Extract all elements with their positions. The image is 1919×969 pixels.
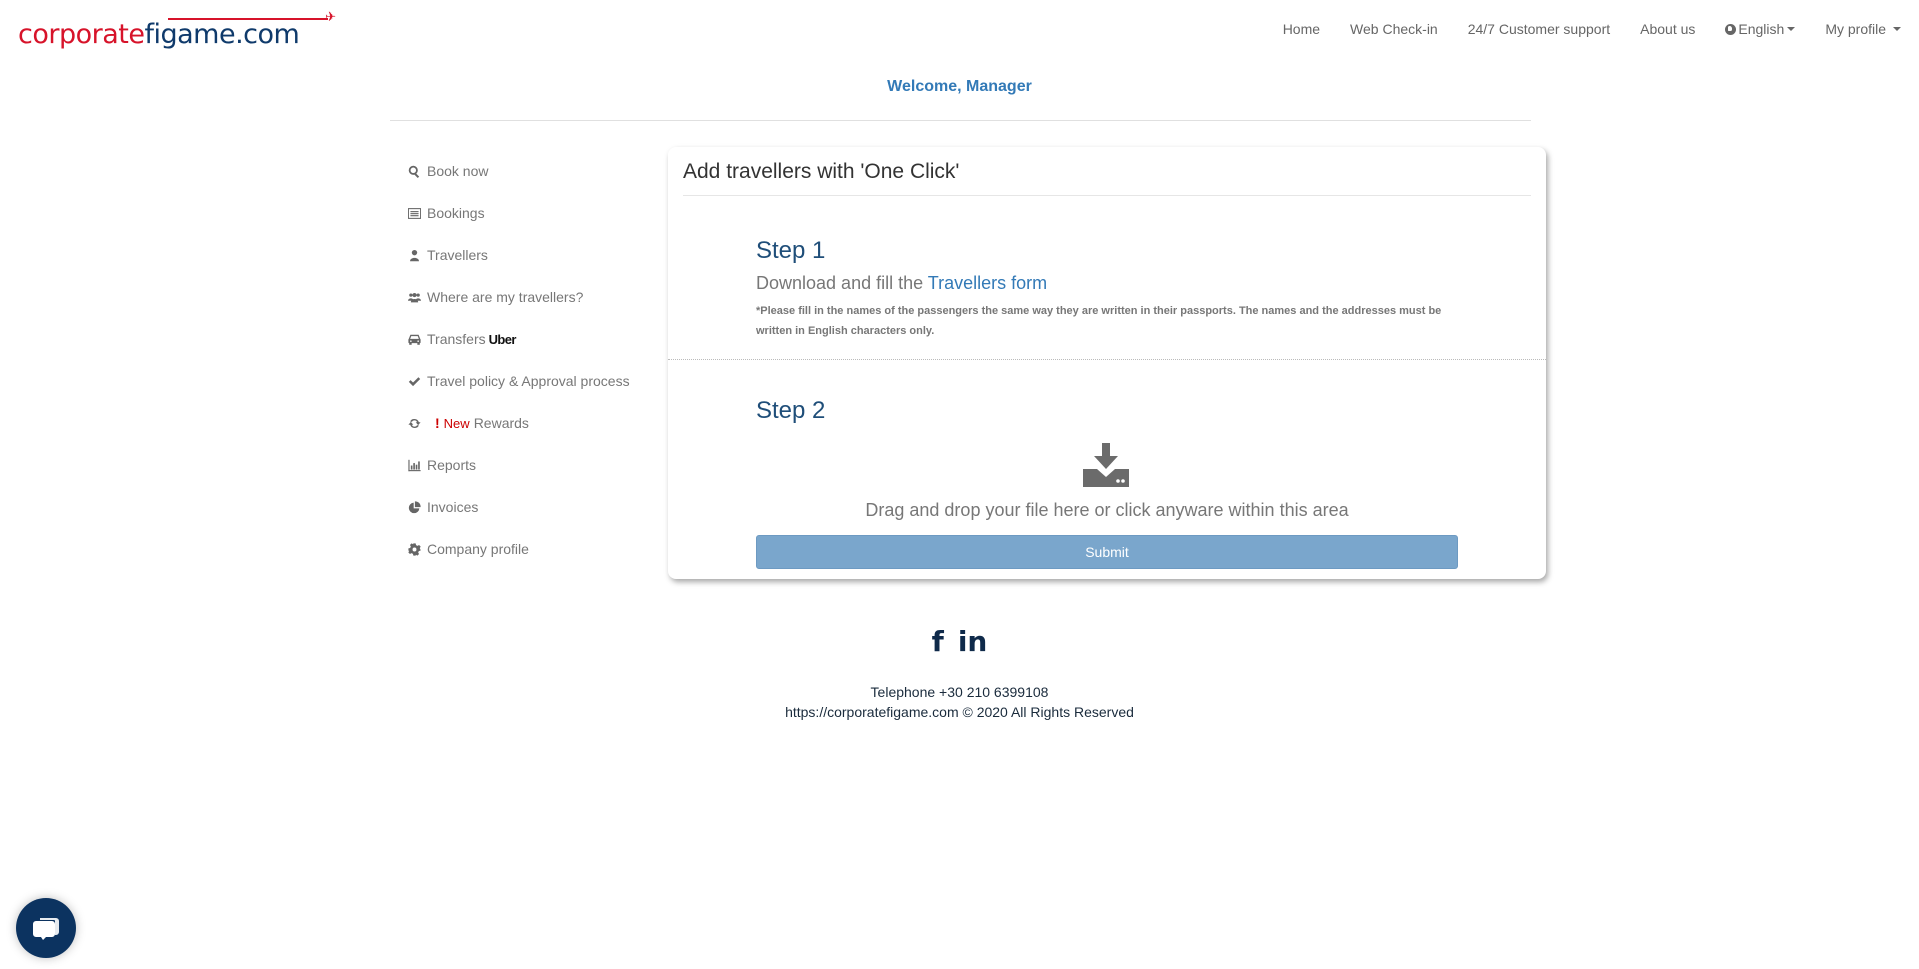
my-profile-label: My profile: [1825, 21, 1886, 37]
sidebar-item-label: Travellers: [427, 247, 488, 263]
footer-telephone: Telephone +30 210 6399108: [870, 684, 1049, 700]
pie-chart-icon: [407, 500, 421, 514]
sidebar-menu: Book now Bookings Travellers Where are m…: [407, 150, 657, 570]
add-travellers-card: Add travellers with 'One Click' Step 1 D…: [668, 147, 1546, 579]
nav-web-check-in-label: Web Check-in: [1350, 21, 1438, 37]
refresh-icon: [407, 416, 421, 430]
card-title: Add travellers with 'One Click': [683, 160, 960, 183]
sidebar-item-travel-policy[interactable]: Travel policy & Approval process: [407, 360, 657, 402]
brand-logo[interactable]: corporate figame.com ✈: [18, 10, 336, 50]
airplane-icon: ✈: [168, 10, 336, 23]
welcome-message: Welcome, Manager: [887, 78, 1032, 95]
bar-chart-icon: [407, 458, 421, 472]
sidebar-item-label: Travel policy & Approval process: [427, 373, 630, 389]
sidebar-item-label: Bookings: [427, 205, 485, 221]
users-icon: [407, 290, 421, 304]
sidebar-item-bookings[interactable]: Bookings: [407, 192, 657, 234]
check-icon: [407, 374, 421, 388]
my-profile-dropdown[interactable]: My profile: [1825, 21, 1901, 37]
logo-text-figame: figame.com: [144, 19, 300, 50]
step-1-text: Download and fill the: [756, 273, 928, 293]
step-1-title: Step 1: [756, 237, 826, 264]
language-label: English: [1738, 21, 1785, 37]
chat-widget-button[interactable]: [16, 898, 76, 958]
social-links: f in: [0, 625, 1919, 658]
facebook-icon[interactable]: f: [932, 625, 944, 658]
sidebar-item-label: Reports: [427, 457, 477, 473]
step-1-section: Step 1 Download and fill the Travellers …: [756, 237, 1456, 341]
divider: [390, 120, 1531, 121]
sidebar-item-travellers[interactable]: Travellers: [407, 234, 657, 276]
nav-customer-support[interactable]: 24/7 Customer support: [1468, 21, 1610, 37]
caret-down-icon: [1893, 27, 1901, 31]
sidebar-item-label: Book now: [427, 163, 489, 179]
top-navbar: corporate figame.com ✈ Home Web Check-in …: [0, 0, 1919, 60]
nav-customer-support-label: 24/7 Customer support: [1467, 21, 1611, 37]
sidebar-item-where-are-my-travellers[interactable]: Where are my travellers?: [407, 276, 657, 318]
footer-copyright: https://corporatefigame.com © 2020 All R…: [785, 704, 1134, 720]
sidebar-item-label: Invoices: [427, 499, 479, 515]
nav-home[interactable]: Home: [1283, 21, 1320, 37]
step-1-instruction: Download and fill the Travellers form: [756, 273, 1456, 294]
uber-logo: Uber: [488, 331, 517, 347]
sidebar-item-rewards[interactable]: ! New Rewards: [407, 402, 657, 444]
sidebar-item-invoices[interactable]: Invoices: [407, 486, 657, 528]
file-drop-zone[interactable]: Drag and drop your file here or click an…: [756, 500, 1458, 521]
search-icon: [407, 164, 421, 178]
main-nav: Home Web Check-in 24/7 Customer support …: [1253, 21, 1901, 37]
sidebar-item-company-profile[interactable]: Company profile: [407, 528, 657, 570]
sidebar-item-label: Rewards: [473, 415, 529, 431]
caret-down-icon: [1787, 27, 1796, 31]
sidebar-item-transfers[interactable]: Transfers Uber: [407, 318, 657, 360]
globe-icon: [1725, 23, 1737, 35]
section-divider: [668, 359, 1546, 360]
new-badge: New: [443, 415, 470, 431]
sidebar-item-label: Company profile: [427, 541, 529, 557]
step-2-title: Step 2: [756, 397, 826, 424]
logo-text-corporate: corporate: [18, 19, 145, 50]
nav-home-label: Home: [1282, 21, 1321, 37]
upload-drive-icon[interactable]: [1083, 443, 1129, 487]
new-badge-mark: !: [435, 415, 440, 431]
nav-about-us-label: About us: [1640, 21, 1696, 37]
nav-about-us[interactable]: About us: [1640, 21, 1695, 37]
submit-button[interactable]: Submit: [756, 535, 1458, 569]
step-1-note: *Please fill in the names of the passeng…: [756, 305, 1442, 337]
car-icon: [407, 332, 421, 346]
linkedin-icon[interactable]: in: [958, 625, 988, 658]
sidebar-item-reports[interactable]: Reports: [407, 444, 657, 486]
language-dropdown[interactable]: English: [1725, 21, 1796, 37]
sidebar-item-label: Where are my travellers?: [427, 289, 584, 305]
sidebar-item-label: Transfers: [427, 331, 486, 347]
user-icon: [407, 248, 421, 262]
sidebar-item-book-now[interactable]: Book now: [407, 150, 657, 192]
list-icon: [407, 206, 421, 220]
nav-web-check-in[interactable]: Web Check-in: [1350, 21, 1438, 37]
card-divider: [683, 195, 1531, 196]
footer: Telephone +30 210 6399108 https://corpor…: [0, 682, 1919, 722]
travellers-form-link[interactable]: Travellers form: [928, 273, 1047, 293]
chat-bubble-icon: [33, 918, 59, 940]
gear-icon: [407, 542, 421, 556]
step-2-title-wrap: Step 2: [756, 397, 825, 425]
